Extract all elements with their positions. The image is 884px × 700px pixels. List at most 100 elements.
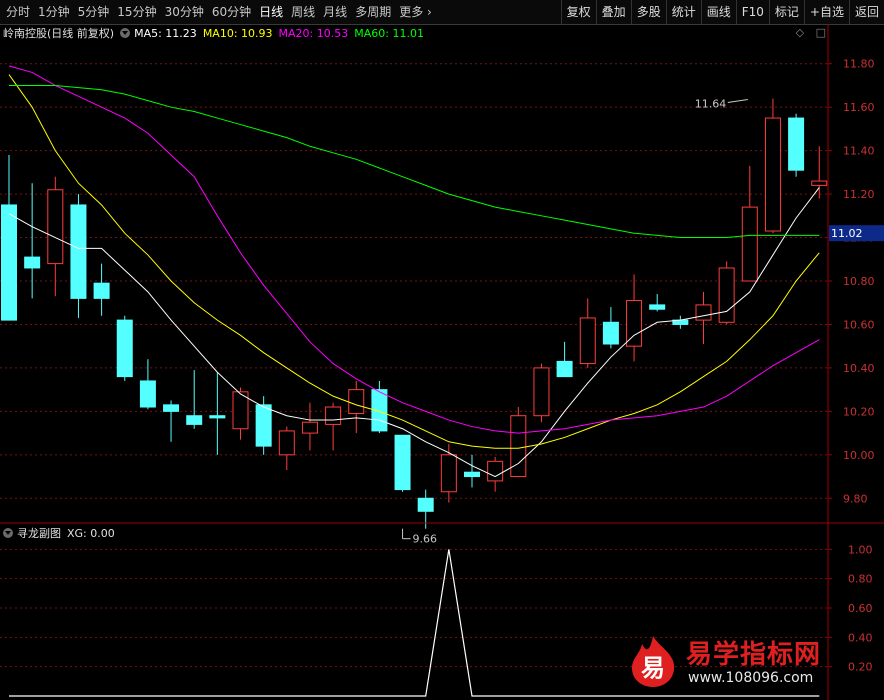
y-tick-label: 11.20 [843,188,875,201]
candle-body-down [116,319,133,378]
candle-body-down [464,471,480,478]
sub-y-tick-label: 0.80 [848,573,873,586]
tab-daily[interactable]: 日线 [255,0,287,24]
more-menu[interactable]: 更多 › [395,0,436,24]
sub-y-tick-label: 0.60 [848,602,873,615]
candle-body-down [371,389,388,432]
candle-body-up [348,389,365,415]
candle [116,315,133,381]
tab-multi-period[interactable]: 多周期 [351,0,395,24]
candle [371,380,388,434]
tab-intraday[interactable]: 分时 [2,0,34,24]
y-tick-label: 10.20 [843,405,875,418]
adjust-button[interactable]: 复权 [560,0,596,24]
high-marker-arrow [727,98,748,103]
candle-body-up [47,189,64,265]
tab-1min[interactable]: 1分钟 [34,0,74,24]
candle [301,402,318,451]
watermark-title: 易学指标网 [686,640,822,670]
action-buttons: 复权 叠加 多股 统计 画线 F10 标记 +自选 返回 [560,0,884,24]
candle-body-down [163,404,180,412]
candle [163,400,180,442]
stats-button[interactable]: 统计 [665,0,701,24]
tab-30min[interactable]: 30分钟 [161,0,208,24]
ma10-label: MA10: 10.93 [202,26,273,40]
candle-body-up [510,415,527,478]
candle [464,454,480,488]
tab-60min[interactable]: 60分钟 [208,0,255,24]
candle [764,98,781,234]
ma5-label: MA5: 11.23 [134,26,197,40]
candle [325,402,342,451]
more-label: 更多 [399,5,424,19]
candle-body-down [209,415,226,419]
stock-title: 岭南控股(日线 前复权) [3,27,115,40]
candle-body-up [533,367,550,417]
candle [811,146,828,199]
square-icon[interactable]: □ [816,26,826,39]
candle [394,434,411,492]
tab-5min[interactable]: 5分钟 [74,0,114,24]
ma5-line [8,187,820,478]
candle-body-down [556,360,573,378]
indicator-dropdown-icon[interactable] [120,28,131,38]
y-tick-label: 10.80 [843,275,875,288]
ma20-label: MA20: 10.53 [278,26,349,40]
tab-15min[interactable]: 15分钟 [113,0,160,24]
candlestick-chart: 11.64 9.66 9.80 10.00 10.20 10.40 10.60 10.80 1… [0,24,884,700]
period-tabs: 分时 1分钟 5分钟 15分钟 30分钟 60分钟 日线 周线 月线 多周期 更… [2,0,436,24]
tab-monthly[interactable]: 月线 [319,0,351,24]
diamond-icon[interactable]: ◇ [796,26,804,39]
y-tick-label: 9.80 [843,492,868,505]
candle-body-down [672,319,689,325]
sub-chart-header: 寻龙副图 XG: 0.00 [0,524,115,542]
candle [556,341,573,378]
candle-body-down [417,497,434,512]
candle [649,294,666,312]
flame-logo-icon: 易 [632,636,675,687]
candle-body-up [741,206,758,282]
ma10-line [8,74,820,449]
candle-body-down [394,434,411,491]
candle-body-up [626,300,643,347]
candle-body-up [440,454,457,493]
back-button[interactable]: 返回 [848,0,884,24]
candle [24,183,41,299]
candle-body-up [811,180,828,186]
candle-body-down [649,304,666,310]
candle-body-up [579,317,596,365]
candle-body-down [788,117,805,171]
multi-stock-button[interactable]: 多股 [630,0,666,24]
candle [510,407,527,478]
mark-button[interactable]: 标记 [768,0,804,24]
overlay-button[interactable]: 叠加 [595,0,631,24]
add-watchlist-button[interactable]: +自选 [803,0,849,24]
candle [788,113,805,177]
tab-weekly[interactable]: 周线 [287,0,319,24]
draw-line-button[interactable]: 画线 [700,0,736,24]
candle [47,176,64,297]
sub-chart-title: 寻龙副图 [17,527,61,540]
y-tick-label: 10.40 [843,362,875,375]
candle [232,387,249,440]
period-toolbar: 分时 1分钟 5分钟 15分钟 30分钟 60分钟 日线 周线 月线 多周期 更… [0,0,884,25]
candle-body-down [186,415,203,425]
candle-body-up [487,460,504,482]
candle-body-down [602,321,619,345]
candle-body-up [301,421,318,434]
candle-body-down [93,282,110,299]
xg-value-label: XG: 0.00 [67,526,115,540]
chevron-right-icon: › [423,5,432,19]
candle-body-down [70,204,87,299]
f10-button[interactable]: F10 [735,0,769,24]
candle [741,165,758,282]
candle-body-up [325,406,342,425]
candle-body-up [718,267,735,323]
candle [718,261,735,325]
candle [579,298,596,368]
sub-indicator-dropdown-icon[interactable] [3,528,13,538]
candle-body-up [695,304,712,321]
y-tick-label: 10.00 [843,449,875,462]
site-watermark: 易 易学指标网 www.108096.com [626,630,866,696]
y-tick-label: 11.40 [843,145,875,158]
